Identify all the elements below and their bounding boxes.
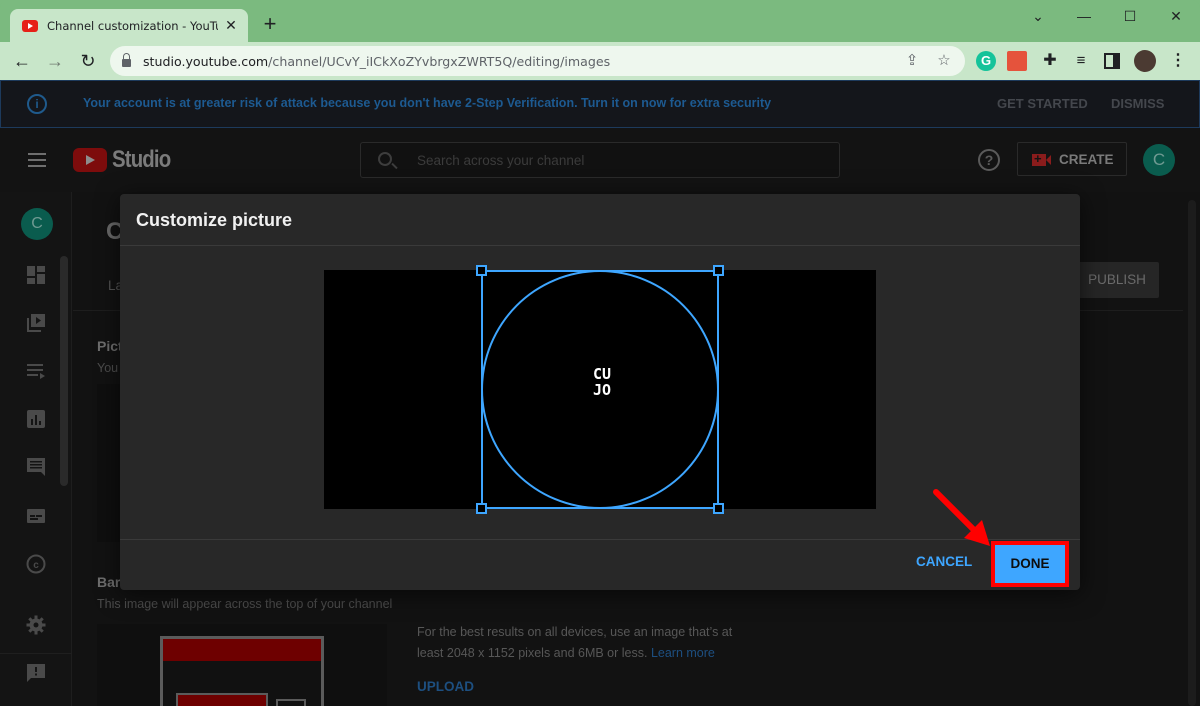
create-video-icon <box>1032 151 1051 166</box>
chrome-menu-icon[interactable]: ⋮ <box>1168 51 1188 71</box>
image-canvas: CU JO <box>324 265 876 514</box>
youtube-logo-icon <box>73 148 107 172</box>
media-control-icon[interactable]: ≡ <box>1071 51 1091 71</box>
dialog-title: Customize picture <box>136 210 293 230</box>
studio-header: Studio Search across your channel ? CREA… <box>0 128 1200 192</box>
nav-divider <box>0 653 72 654</box>
share-icon[interactable]: ⇪ <box>902 51 922 69</box>
banner-section-title: Bar <box>97 574 121 590</box>
create-label: CREATE <box>1059 152 1114 167</box>
tab-search-button[interactable]: ⌄ <box>1015 4 1061 28</box>
help-icon[interactable]: ? <box>978 149 1000 171</box>
profile-avatar[interactable] <box>1134 50 1156 72</box>
content-icon[interactable] <box>26 313 46 333</box>
url-text[interactable]: studio.youtube.com/channel/UCvY_iICkXoZY… <box>143 54 610 69</box>
upload-button[interactable]: UPLOAD <box>417 679 474 694</box>
annotation-arrow-icon <box>933 489 990 546</box>
crop-box[interactable]: CU JO <box>476 265 724 514</box>
close-window-button[interactable]: ✕ <box>1153 4 1199 28</box>
tab-title: Channel customization - YouTube <box>47 18 218 33</box>
subtitles-icon[interactable] <box>26 506 46 526</box>
studio-logo-text: Studio <box>112 146 171 173</box>
info-icon: i <box>27 94 47 114</box>
studio-logo[interactable]: Studio <box>73 146 181 174</box>
tab-strip: Channel customization - YouTube ✕ + ⌄ — … <box>0 0 1200 42</box>
dialog-divider-top <box>120 245 1080 246</box>
minimize-button[interactable]: — <box>1061 4 1107 28</box>
picture-section-title: Pict <box>97 338 123 354</box>
address-bar[interactable]: studio.youtube.com/channel/UCvY_iICkXoZY… <box>110 46 965 76</box>
dismiss-button[interactable]: DISMISS <box>1111 96 1164 111</box>
browser-toolbar: ← → ↻ studio.youtube.com/channel/UCvY_iI… <box>0 42 1200 80</box>
dashboard-icon[interactable] <box>26 265 46 285</box>
feedback-icon[interactable] <box>26 663 46 683</box>
bookmark-star-icon[interactable]: ☆ <box>934 51 954 69</box>
search-icon <box>378 152 392 166</box>
page-scrollbar[interactable] <box>1188 200 1196 706</box>
crop-handle-bottom-right[interactable] <box>713 503 724 514</box>
security-message: Your account is at greater risk of attac… <box>83 96 772 110</box>
picture-section-desc: You <box>97 361 119 375</box>
logo-line-1: CU <box>592 365 612 383</box>
settings-icon[interactable] <box>26 615 46 635</box>
channel-avatar[interactable]: C <box>21 208 53 240</box>
comments-icon[interactable] <box>26 457 46 477</box>
search-placeholder: Search across your channel <box>417 153 585 168</box>
forward-button[interactable]: → <box>43 49 67 73</box>
maximize-button[interactable]: ☐ <box>1107 4 1153 28</box>
cancel-button[interactable]: CANCEL <box>916 554 972 569</box>
get-started-button[interactable]: GET STARTED <box>997 96 1088 111</box>
crop-handle-top-left[interactable] <box>476 265 487 276</box>
learn-more-link[interactable]: Learn more <box>651 646 715 660</box>
reload-button[interactable]: ↻ <box>76 49 100 73</box>
hamburger-menu-icon[interactable] <box>28 153 46 167</box>
todoist-icon[interactable] <box>1007 51 1027 71</box>
banner-thumbnail <box>160 636 324 706</box>
svg-text:c: c <box>33 560 39 571</box>
nav-scrollbar[interactable] <box>60 256 68 486</box>
logo-line-2: JO <box>592 381 612 399</box>
left-nav: C c <box>0 192 72 706</box>
crop-handle-top-right[interactable] <box>713 265 724 276</box>
grammarly-icon[interactable]: G <box>976 51 996 71</box>
extensions-puzzle-icon[interactable]: ✚ <box>1040 51 1060 71</box>
done-button[interactable]: DONE <box>995 545 1065 583</box>
publish-button[interactable]: PUBLISH <box>1075 262 1159 298</box>
account-avatar[interactable]: C <box>1143 144 1175 176</box>
channel-search-input[interactable]: Search across your channel <box>360 142 840 178</box>
new-tab-button[interactable]: + <box>258 12 282 36</box>
close-tab-icon[interactable]: ✕ <box>224 17 238 34</box>
banner-section-desc: This image will appear across the top of… <box>97 597 393 611</box>
browser-tab-active[interactable]: Channel customization - YouTube ✕ <box>10 9 248 42</box>
banner-info: For the best results on all devices, use… <box>417 622 757 664</box>
analytics-icon[interactable] <box>26 409 46 429</box>
lock-icon[interactable] <box>122 53 131 67</box>
security-banner: i Your account is at greater risk of att… <box>0 80 1200 128</box>
playlists-icon[interactable] <box>26 361 46 381</box>
url-path: /channel/UCvY_iICkXoZYvbrgxZWRT5Q/editin… <box>268 53 611 69</box>
back-button[interactable]: ← <box>10 49 34 73</box>
create-button[interactable]: CREATE <box>1017 142 1127 176</box>
channel-logo-image: CU JO <box>587 366 617 400</box>
copyright-icon[interactable]: c <box>26 554 46 574</box>
side-panel-icon[interactable] <box>1104 53 1120 69</box>
browser-window: Channel customization - YouTube ✕ + ⌄ — … <box>0 0 1200 706</box>
youtube-favicon-icon <box>22 19 38 32</box>
crop-handle-bottom-left[interactable] <box>476 503 487 514</box>
url-host: studio.youtube.com <box>143 53 269 69</box>
